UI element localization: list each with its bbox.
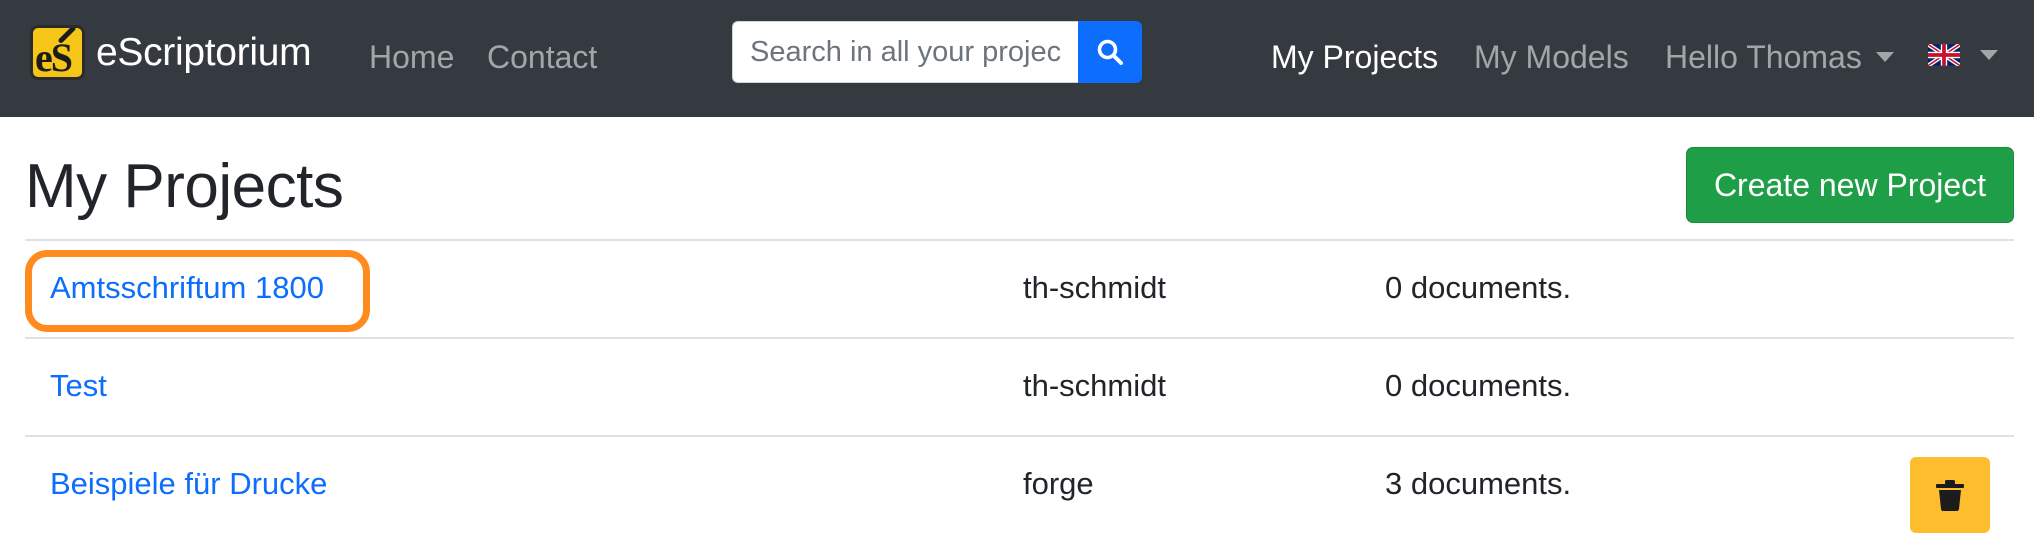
project-owner: forge	[1023, 466, 1094, 501]
project-owner: th-schmidt	[1023, 270, 1166, 305]
search-button[interactable]	[1078, 21, 1142, 83]
project-document-count: 3 documents.	[1385, 466, 1572, 501]
nav-contact-link[interactable]: Contact	[487, 37, 597, 77]
project-document-count: 0 documents.	[1385, 270, 1572, 305]
search-form	[732, 21, 1142, 83]
project-row: Test th-schmidt 0 documents.	[25, 337, 2014, 435]
nav-my-projects-link[interactable]: My Projects	[1271, 37, 1438, 77]
project-row: Amtsschriftum 1800 th-schmidt 0 document…	[25, 239, 2014, 337]
project-row: Beispiele für Drucke forge 3 documents.	[25, 435, 2014, 533]
project-name-link[interactable]: Test	[50, 368, 107, 404]
user-menu-label: Hello Thomas	[1665, 39, 1862, 75]
chevron-down-icon	[1875, 51, 1894, 62]
project-owner: th-schmidt	[1023, 368, 1166, 403]
project-document-count: 0 documents.	[1385, 368, 1572, 403]
brand-name: eScriptorium	[96, 30, 312, 74]
top-navbar: eS eScriptorium Home Contact My Projects…	[0, 0, 2034, 117]
page-title: My Projects	[25, 152, 344, 221]
language-dropdown[interactable]	[1928, 44, 1998, 66]
search-input[interactable]	[732, 21, 1078, 83]
logo-text: eS	[35, 34, 73, 80]
create-project-button[interactable]: Create new Project	[1686, 147, 2014, 223]
nav-home-link[interactable]: Home	[369, 37, 454, 77]
project-list: Amtsschriftum 1800 th-schmidt 0 document…	[25, 239, 2014, 533]
chevron-down-icon	[1980, 50, 1998, 60]
search-icon	[1097, 39, 1123, 65]
project-name-link[interactable]: Amtsschriftum 1800	[50, 270, 324, 306]
user-menu-dropdown[interactable]: Hello Thomas	[1665, 37, 1894, 77]
nav-my-models-link[interactable]: My Models	[1474, 37, 1629, 77]
project-name-link[interactable]: Beispiele für Drucke	[50, 466, 327, 502]
delete-project-button[interactable]	[1910, 457, 1990, 533]
escriptorium-logo-icon: eS	[30, 24, 85, 80]
trash-icon	[1936, 480, 1964, 511]
uk-flag-icon	[1928, 44, 1960, 66]
brand-link[interactable]: eS eScriptorium	[30, 24, 312, 80]
